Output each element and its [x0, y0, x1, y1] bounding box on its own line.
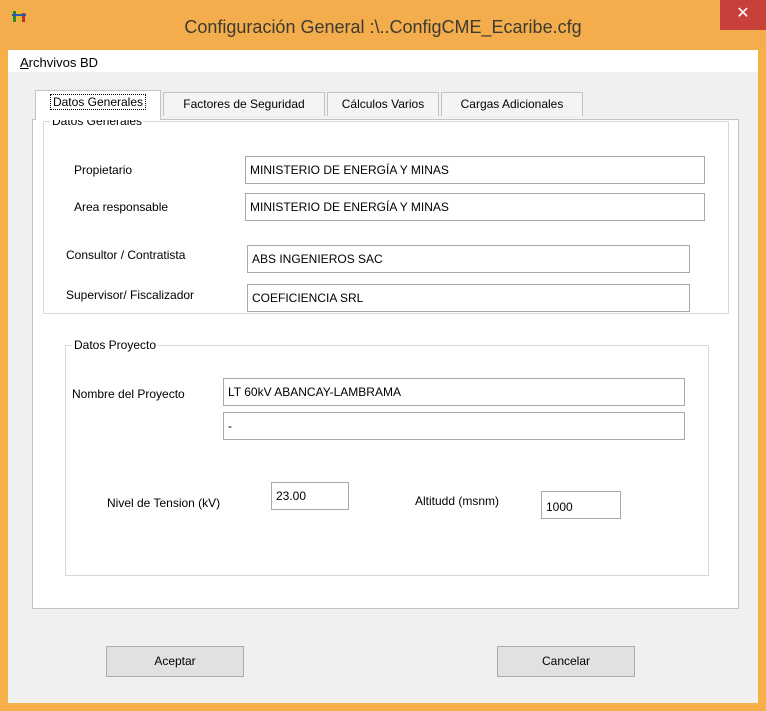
aceptar-button[interactable]: Aceptar	[106, 646, 244, 677]
tab-label: Datos Generales	[49, 94, 147, 110]
menu-label: rchvivos BD	[28, 55, 99, 70]
supervisor-label: Supervisor/ Fiscalizador	[66, 288, 195, 302]
propietario-field[interactable]: MINISTERIO DE ENERGÍA Y MINAS	[245, 156, 705, 184]
title-bar[interactable]: Configuración General :\..ConfigCME_Ecar…	[0, 0, 766, 50]
group-legend: Datos Proyecto	[74, 338, 157, 352]
consultor-label: Consultor / Contratista	[66, 248, 186, 262]
menu-bar: Archvivos BD	[8, 50, 758, 72]
tab-calculos-varios[interactable]: Cálculos Varios	[327, 92, 439, 116]
area-responsable-label: Area responsable	[74, 200, 169, 214]
tab-cargas-adicionales[interactable]: Cargas Adicionales	[441, 92, 583, 116]
propietario-label: Propietario	[74, 163, 133, 177]
menu-accelerator: A	[20, 55, 29, 70]
window-title: Configuración General :\..ConfigCME_Ecar…	[184, 17, 582, 37]
altitud-label: Altitudd (msnm)	[415, 494, 500, 508]
nivel-tension-label: Nivel de Tension (kV)	[107, 496, 221, 510]
consultor-field[interactable]: ABS INGENIEROS SAC	[247, 245, 690, 273]
tab-factores-seguridad[interactable]: Factores de Seguridad	[163, 92, 325, 116]
cancelar-button[interactable]: Cancelar	[497, 646, 635, 677]
config-window: Configuración General :\..ConfigCME_Ecar…	[0, 0, 766, 711]
nombre-proyecto-field-2[interactable]: -	[223, 412, 685, 440]
dialog-client: Archvivos BD Datos Generales Factores de…	[8, 50, 758, 703]
tab-panel: Datos Generales Propietario MINISTERIO D…	[32, 114, 739, 609]
area-responsable-field[interactable]: MINISTERIO DE ENERGÍA Y MINAS	[245, 193, 705, 221]
nombre-proyecto-field[interactable]: LT 60kV ABANCAY-LAMBRAMA	[223, 378, 685, 406]
altitud-field[interactable]: 1000	[541, 491, 621, 519]
tab-datos-generales[interactable]: Datos Generales	[35, 90, 161, 120]
datos-proyecto-group: Datos Proyecto	[65, 338, 709, 576]
nivel-tension-field[interactable]: 23.00	[271, 482, 349, 510]
nombre-proyecto-label: Nombre del Proyecto	[72, 387, 185, 401]
supervisor-field[interactable]: COEFICIENCIA SRL	[247, 284, 690, 312]
close-button[interactable]: ✕	[720, 0, 766, 30]
menu-archivos-bd[interactable]: Archvivos BD	[20, 55, 98, 70]
